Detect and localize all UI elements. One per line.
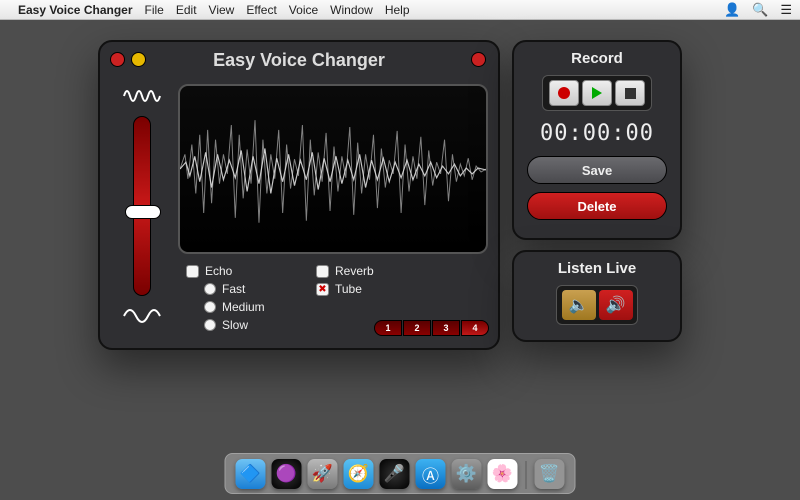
save-button[interactable]: Save: [527, 156, 667, 184]
waveform-display: [178, 84, 488, 254]
speaker-off-icon: 🔈: [569, 295, 589, 315]
listen-title: Listen Live: [526, 260, 668, 277]
dock-launchpad[interactable]: 🚀: [308, 459, 338, 489]
dock-voice-app[interactable]: 🎤: [380, 459, 410, 489]
menu-file[interactable]: File: [145, 3, 164, 17]
echo-option[interactable]: Echo: [186, 264, 316, 278]
echo-label: Echo: [205, 264, 232, 278]
reverb-label: Reverb: [335, 264, 374, 278]
record-icon: [558, 87, 570, 99]
dock-trash[interactable]: 🗑️: [535, 459, 565, 489]
menu-help[interactable]: Help: [385, 3, 410, 17]
preset-2[interactable]: 2: [403, 320, 431, 336]
slow-option[interactable]: Slow: [204, 318, 316, 332]
record-controls: [542, 75, 652, 111]
checkbox-icon: [316, 265, 329, 278]
slow-label: Slow: [222, 318, 248, 332]
menu-voice[interactable]: Voice: [289, 3, 318, 17]
wave-loose-icon: [122, 304, 162, 328]
dock-photos[interactable]: 🌸: [488, 459, 518, 489]
listen-panel: Listen Live 🔈 🔊: [512, 250, 682, 342]
reverb-option[interactable]: Reverb: [316, 264, 436, 278]
listen-off-button[interactable]: 🔈: [562, 290, 596, 320]
wave-tight-icon: [122, 84, 162, 108]
menubar: Easy Voice Changer File Edit View Effect…: [0, 0, 800, 20]
menu-edit[interactable]: Edit: [176, 3, 197, 17]
stop-button[interactable]: [615, 80, 645, 106]
fast-option[interactable]: Fast: [204, 282, 316, 296]
pitch-slider-column: [118, 84, 166, 334]
stop-icon: [625, 88, 636, 99]
menu-view[interactable]: View: [209, 3, 235, 17]
checkbox-checked-icon: ✖: [316, 283, 329, 296]
play-icon: [592, 87, 602, 99]
record-timer: 00:00:00: [526, 121, 668, 146]
tube-label: Tube: [335, 282, 362, 296]
record-panel: Record 00:00:00 Save Delete: [512, 40, 682, 240]
preset-1[interactable]: 1: [374, 320, 402, 336]
menu-effect[interactable]: Effect: [246, 3, 276, 17]
fast-label: Fast: [222, 282, 245, 296]
dock-siri[interactable]: 🟣: [272, 459, 302, 489]
dock-finder[interactable]: 🔷: [236, 459, 266, 489]
dock: 🔷 🟣 🚀 🧭 🎤 Ⓐ ⚙️ 🌸 🗑️: [225, 453, 576, 494]
medium-label: Medium: [222, 300, 265, 314]
menu-extra-icon[interactable]: ☰: [780, 2, 792, 18]
favorite-button[interactable]: [471, 52, 486, 67]
delete-button[interactable]: Delete: [527, 192, 667, 220]
checkbox-icon: [186, 265, 199, 278]
window-title: Easy Voice Changer: [112, 50, 486, 71]
dock-appstore[interactable]: Ⓐ: [416, 459, 446, 489]
minimize-button[interactable]: [131, 52, 146, 67]
medium-option[interactable]: Medium: [204, 300, 316, 314]
preset-buttons: 1 2 3 4: [374, 320, 489, 336]
radio-icon: [204, 319, 216, 331]
record-button[interactable]: [549, 80, 579, 106]
dock-safari[interactable]: 🧭: [344, 459, 374, 489]
close-button[interactable]: [110, 52, 125, 67]
pitch-slider[interactable]: [133, 116, 151, 296]
listen-on-button[interactable]: 🔊: [599, 290, 633, 320]
main-window: Easy Voice Changer Echo Fast Medium Slow…: [98, 40, 500, 350]
record-title: Record: [526, 50, 668, 67]
preset-4[interactable]: 4: [461, 320, 489, 336]
radio-icon: [204, 301, 216, 313]
search-icon[interactable]: 🔍: [752, 2, 768, 18]
preset-3[interactable]: 3: [432, 320, 460, 336]
menubar-app-name[interactable]: Easy Voice Changer: [18, 3, 133, 17]
dock-separator: [526, 461, 527, 489]
menu-window[interactable]: Window: [330, 3, 373, 17]
dock-settings[interactable]: ⚙️: [452, 459, 482, 489]
user-icon[interactable]: 👤: [724, 2, 740, 18]
speaker-on-icon: 🔊: [606, 295, 626, 315]
pitch-slider-knob[interactable]: [125, 205, 161, 219]
listen-controls: 🔈 🔊: [556, 285, 638, 325]
play-button[interactable]: [582, 80, 612, 106]
tube-option[interactable]: ✖ Tube: [316, 282, 436, 296]
radio-icon: [204, 283, 216, 295]
